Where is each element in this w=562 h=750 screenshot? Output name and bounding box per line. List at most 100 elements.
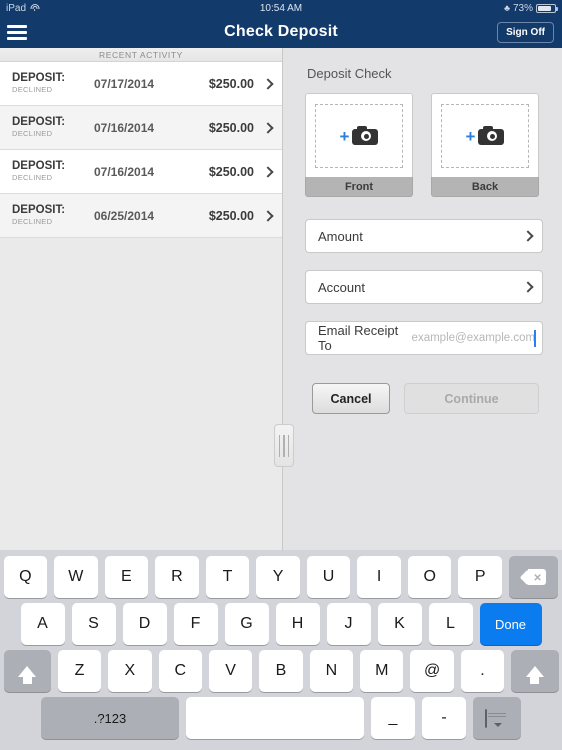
recent-activity-header: RECENT ACTIVITY [0,48,282,62]
key-c[interactable]: C [158,650,202,692]
add-photo-camera-icon [352,126,379,145]
table-row[interactable]: DEPOSIT: DECLINED 06/25/2014 $250.00 [0,194,282,238]
key-a[interactable]: A [20,603,65,645]
email-input[interactable]: example@example.com [412,332,536,344]
keyboard-row-2: A S D F G H J K L Done [0,603,562,645]
check-back-dropzone: + [441,103,529,168]
shift-arrow-icon-right[interactable] [511,650,559,692]
transaction-date: 07/17/2014 [94,76,155,91]
status-badge: DECLINED [12,173,53,182]
key-y[interactable]: Y [256,556,300,598]
key-at[interactable]: @ [410,650,454,692]
keyboard-row-4: .?123 _ - [0,697,562,739]
account-label: Account [318,279,365,295]
list-empty-area [0,238,282,538]
chevron-right-icon [263,77,272,91]
nav-bar: Check Deposit Sign Off [0,16,562,48]
transaction-type-label: DEPOSIT: [12,204,66,216]
key-t[interactable]: T [205,556,250,598]
check-capture-group: + Front + Back [284,81,562,197]
chevron-right-icon [263,209,272,223]
transaction-amount: $250.00 [208,120,254,135]
key-i[interactable]: I [357,556,401,598]
transaction-date: 07/16/2014 [94,120,155,135]
key-u[interactable]: U [306,556,351,598]
app-root: iPad 10:54 AM ♣ 73% Check Deposit Sign O… [0,0,562,750]
transaction-type-label: DEPOSIT: [12,72,66,84]
recent-activity-pane: RECENT ACTIVITY DEPOSIT: DECLINED 07/17/… [0,48,283,550]
transaction-type-label: DEPOSIT: [12,160,66,172]
key-p[interactable]: P [458,556,502,598]
transaction-date: 07/16/2014 [94,164,155,179]
space-key[interactable] [186,697,364,739]
check-front-image-area[interactable]: + [305,93,413,177]
key-v[interactable]: V [208,650,253,692]
hide-keyboard-icon[interactable] [473,697,521,739]
transaction-list: DEPOSIT: DECLINED 07/17/2014 $250.00 DEP… [0,62,282,238]
deposit-form: Amount Account Email Receipt To example@… [284,197,562,355]
battery-percent: 73% [512,2,533,14]
split-view-grip-icon[interactable] [274,424,294,467]
amount-field[interactable]: Amount [305,219,543,253]
key-x[interactable]: X [108,650,152,692]
keyboard-row-1: Q W E R T Y U I O P ✕ [0,556,562,598]
split-view: RECENT ACTIVITY DEPOSIT: DECLINED 07/17/… [0,48,562,550]
table-row[interactable]: DEPOSIT: DECLINED 07/16/2014 $250.00 [0,106,282,150]
status-badge: DECLINED [12,217,53,226]
shift-arrow-icon[interactable] [3,650,51,692]
key-h[interactable]: H [275,603,320,645]
check-back-capture[interactable]: + Back [431,93,539,197]
key-e[interactable]: E [104,556,149,598]
key-r[interactable]: R [155,556,199,598]
key-m[interactable]: M [360,650,404,692]
check-front-label: Front [305,177,413,197]
key-f[interactable]: F [173,603,218,645]
key-b[interactable]: B [259,650,303,692]
key-w[interactable]: W [54,556,98,598]
transaction-type: DEPOSIT: DECLINED [12,116,90,139]
key-d[interactable]: D [122,603,167,645]
account-field[interactable]: Account [305,270,543,304]
key-k[interactable]: K [377,603,422,645]
status-badge: DECLINED [12,129,53,138]
key-q[interactable]: Q [3,556,48,598]
done-key[interactable]: Done [479,603,542,645]
battery-icon [536,3,558,13]
status-badge: DECLINED [12,85,53,94]
form-actions: Cancel Continue [284,355,562,414]
key-o[interactable]: O [407,556,452,598]
transaction-amount: $250.00 [208,164,254,179]
key-l[interactable]: L [428,603,473,645]
key-period[interactable]: . [460,650,505,692]
deposit-check-pane: Deposit Check + Front + Back Amount Acco… [274,48,562,550]
key-j[interactable]: J [326,603,371,645]
key-z[interactable]: Z [57,650,102,692]
table-row[interactable]: DEPOSIT: DECLINED 07/16/2014 $250.00 [0,150,282,194]
numbers-key[interactable]: .?123 [41,697,179,739]
hyphen-key[interactable]: - [422,697,466,739]
cancel-button[interactable]: Cancel [312,383,390,414]
bluetooth-icon: ♣ [504,3,510,13]
onscreen-keyboard: Q W E R T Y U I O P ✕ A S D F G H J K L … [0,550,562,750]
email-receipt-field[interactable]: Email Receipt To example@example.com [305,321,543,355]
key-g[interactable]: G [224,603,269,645]
section-title: Deposit Check [307,66,392,81]
status-bar-right: ♣ 73% [504,3,562,14]
sign-off-button[interactable]: Sign Off [497,21,554,43]
check-back-label: Back [431,177,539,197]
chevron-right-icon [523,280,532,294]
page-title: Check Deposit [224,23,338,40]
chevron-right-icon [263,121,272,135]
key-s[interactable]: S [71,603,116,645]
email-receipt-label: Email Receipt To [318,323,399,353]
key-n[interactable]: N [309,650,354,692]
chevron-right-icon [523,229,532,243]
check-front-capture[interactable]: + Front [305,93,413,197]
check-back-image-area[interactable]: + [431,93,539,177]
check-front-dropzone: + [315,103,403,168]
table-row[interactable]: DEPOSIT: DECLINED 07/17/2014 $250.00 [0,62,282,106]
underscore-key[interactable]: _ [371,697,415,739]
backspace-icon[interactable]: ✕ [508,556,559,598]
transaction-date: 06/25/2014 [94,208,155,223]
keyboard-row-3: Z X C V B N M @ . [0,650,562,692]
